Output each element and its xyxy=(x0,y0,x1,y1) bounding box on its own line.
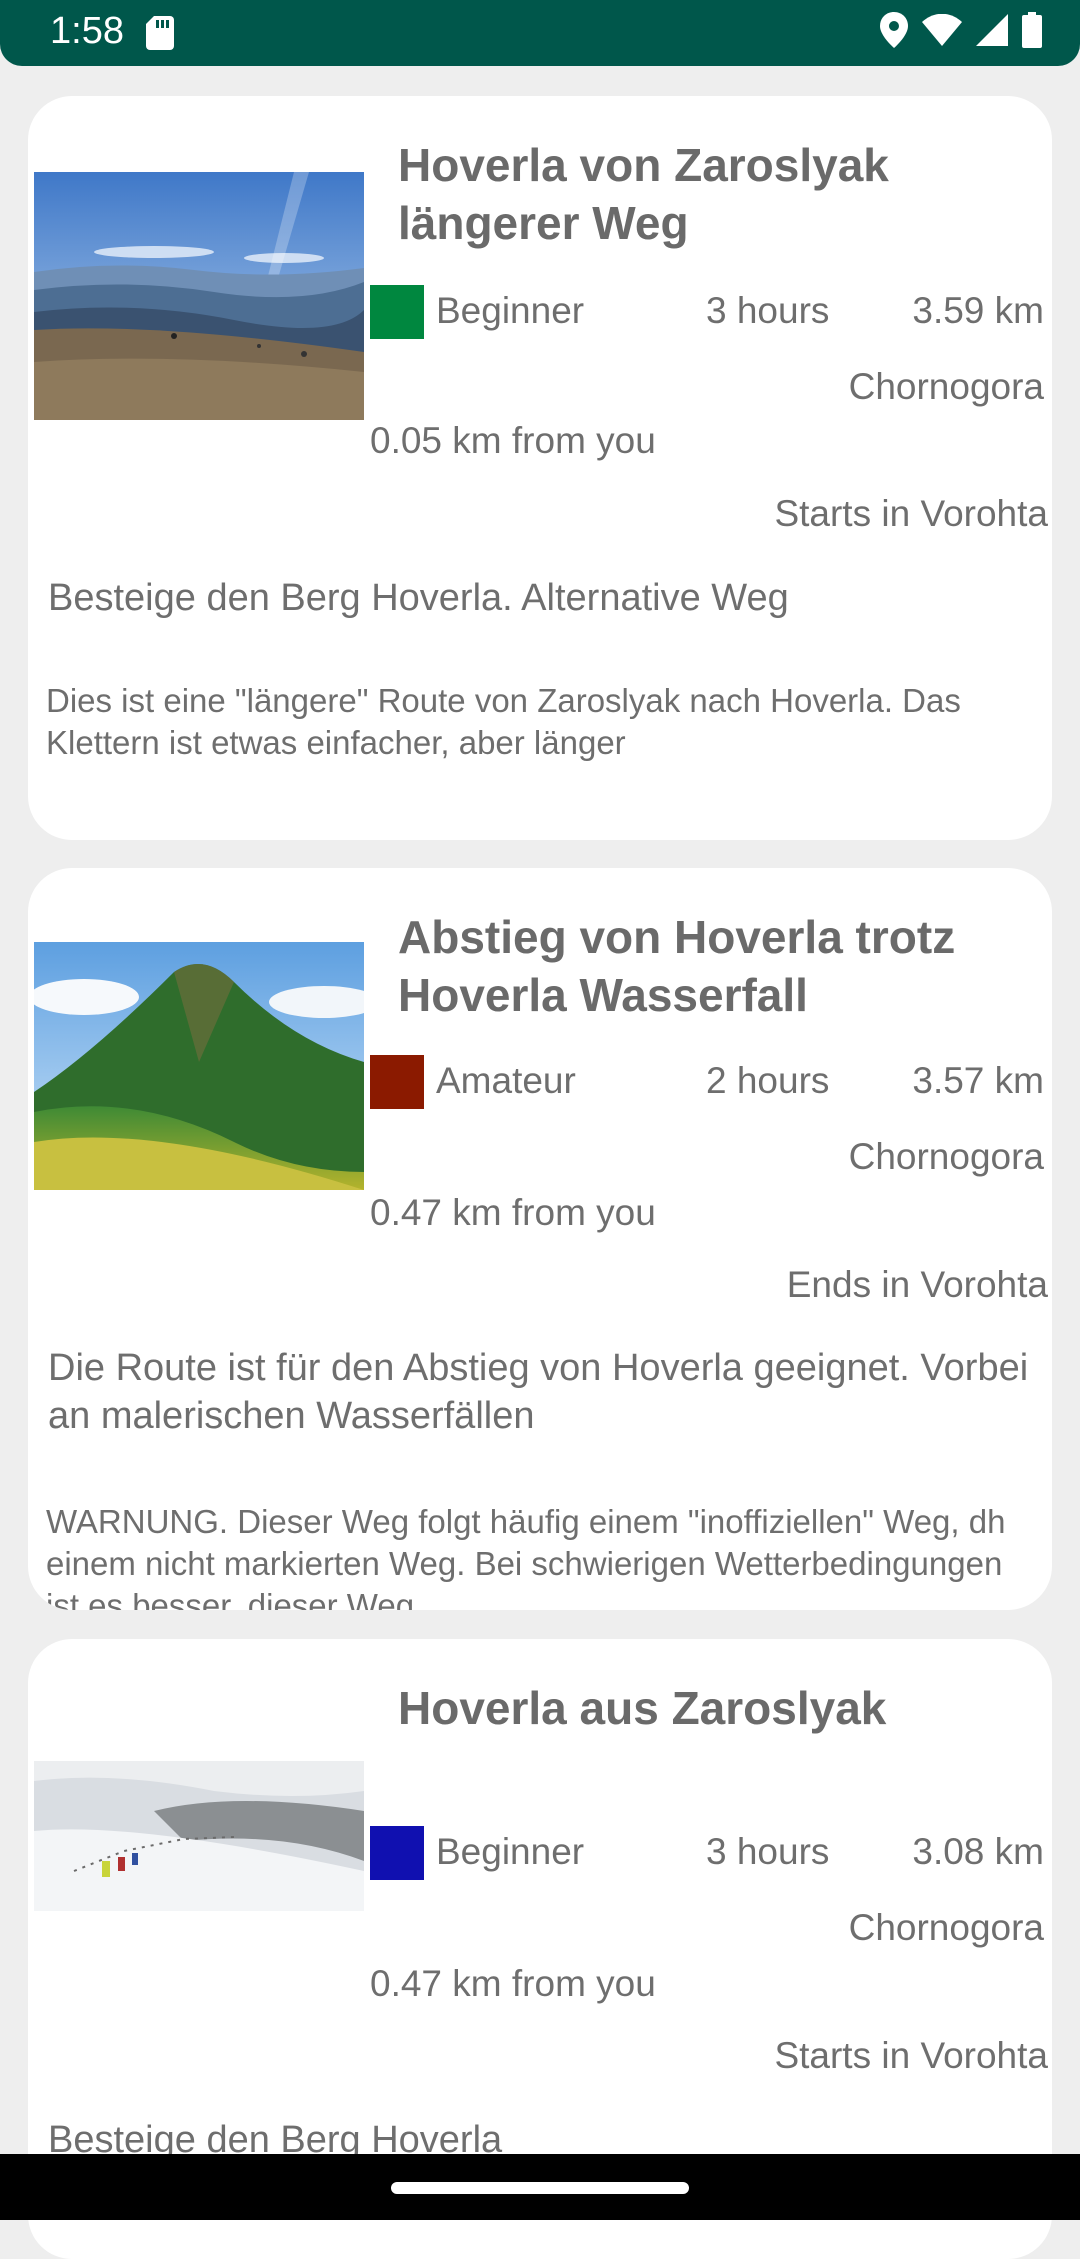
duration-label: 3 hours xyxy=(706,1831,830,1872)
route-description: WARNUNG. Dieser Weg folgt häufig einem "… xyxy=(46,1503,1006,1610)
end-location: Ends in Vorohta xyxy=(786,1264,1048,1305)
difficulty-color-swatch xyxy=(370,285,424,339)
difficulty-label: Amateur xyxy=(436,1060,576,1101)
difficulty-label: Beginner xyxy=(436,1831,585,1872)
route-summary: Besteige den Berg Hoverla. Alternative W… xyxy=(48,577,789,619)
route-title: Abstieg von Hoverla trotz Hoverla Wasser… xyxy=(398,911,956,1021)
status-bar: 1:58 xyxy=(0,0,1080,66)
navigation-bar xyxy=(0,2154,1080,2220)
duration-label: 3 hours xyxy=(706,290,830,331)
route-photo xyxy=(34,942,364,1190)
route-summary: Die Route ist für den Abstieg von Hoverl… xyxy=(48,1347,1029,1437)
status-time: 1:58 xyxy=(50,10,124,52)
route-title: Hoverla von Zaroslyak längerer Weg xyxy=(398,139,889,249)
route-title: Hoverla aus Zaroslyak xyxy=(398,1682,887,1734)
distance-label: 3.08 km xyxy=(912,1831,1044,1872)
distance-from-user: 0.47 km from you xyxy=(370,1192,656,1233)
start-location: Starts in Vorohta xyxy=(774,493,1048,534)
region-label: Chornogora xyxy=(848,1907,1044,1948)
route-card[interactable]: Abstieg von Hoverla trotz Hoverla Wasser… xyxy=(28,868,1052,1610)
route-photo xyxy=(34,172,364,420)
wifi-icon xyxy=(922,14,962,46)
route-description: Dies ist eine "längere" Route von Zarosl… xyxy=(46,682,961,761)
route-card[interactable]: Hoverla von Zaroslyak längerer Weg Begin… xyxy=(28,96,1052,840)
route-photo xyxy=(34,1761,364,1911)
distance-label: 3.59 km xyxy=(912,290,1044,331)
distance-from-user: 0.05 km from you xyxy=(370,420,656,461)
sd-card-icon xyxy=(146,16,174,50)
difficulty-color-swatch xyxy=(370,1055,424,1109)
distance-label: 3.57 km xyxy=(912,1060,1044,1101)
duration-label: 2 hours xyxy=(706,1060,830,1101)
location-icon xyxy=(880,12,908,48)
battery-icon xyxy=(1022,12,1042,48)
region-label: Chornogora xyxy=(848,1136,1044,1177)
start-location: Starts in Vorohta xyxy=(774,2035,1048,2076)
signal-icon xyxy=(976,14,1008,46)
difficulty-label: Beginner xyxy=(436,290,585,331)
home-gesture-handle[interactable] xyxy=(391,2182,689,2194)
region-label: Chornogora xyxy=(848,366,1044,407)
distance-from-user: 0.47 km from you xyxy=(370,1963,656,2004)
difficulty-color-swatch xyxy=(370,1826,424,1880)
